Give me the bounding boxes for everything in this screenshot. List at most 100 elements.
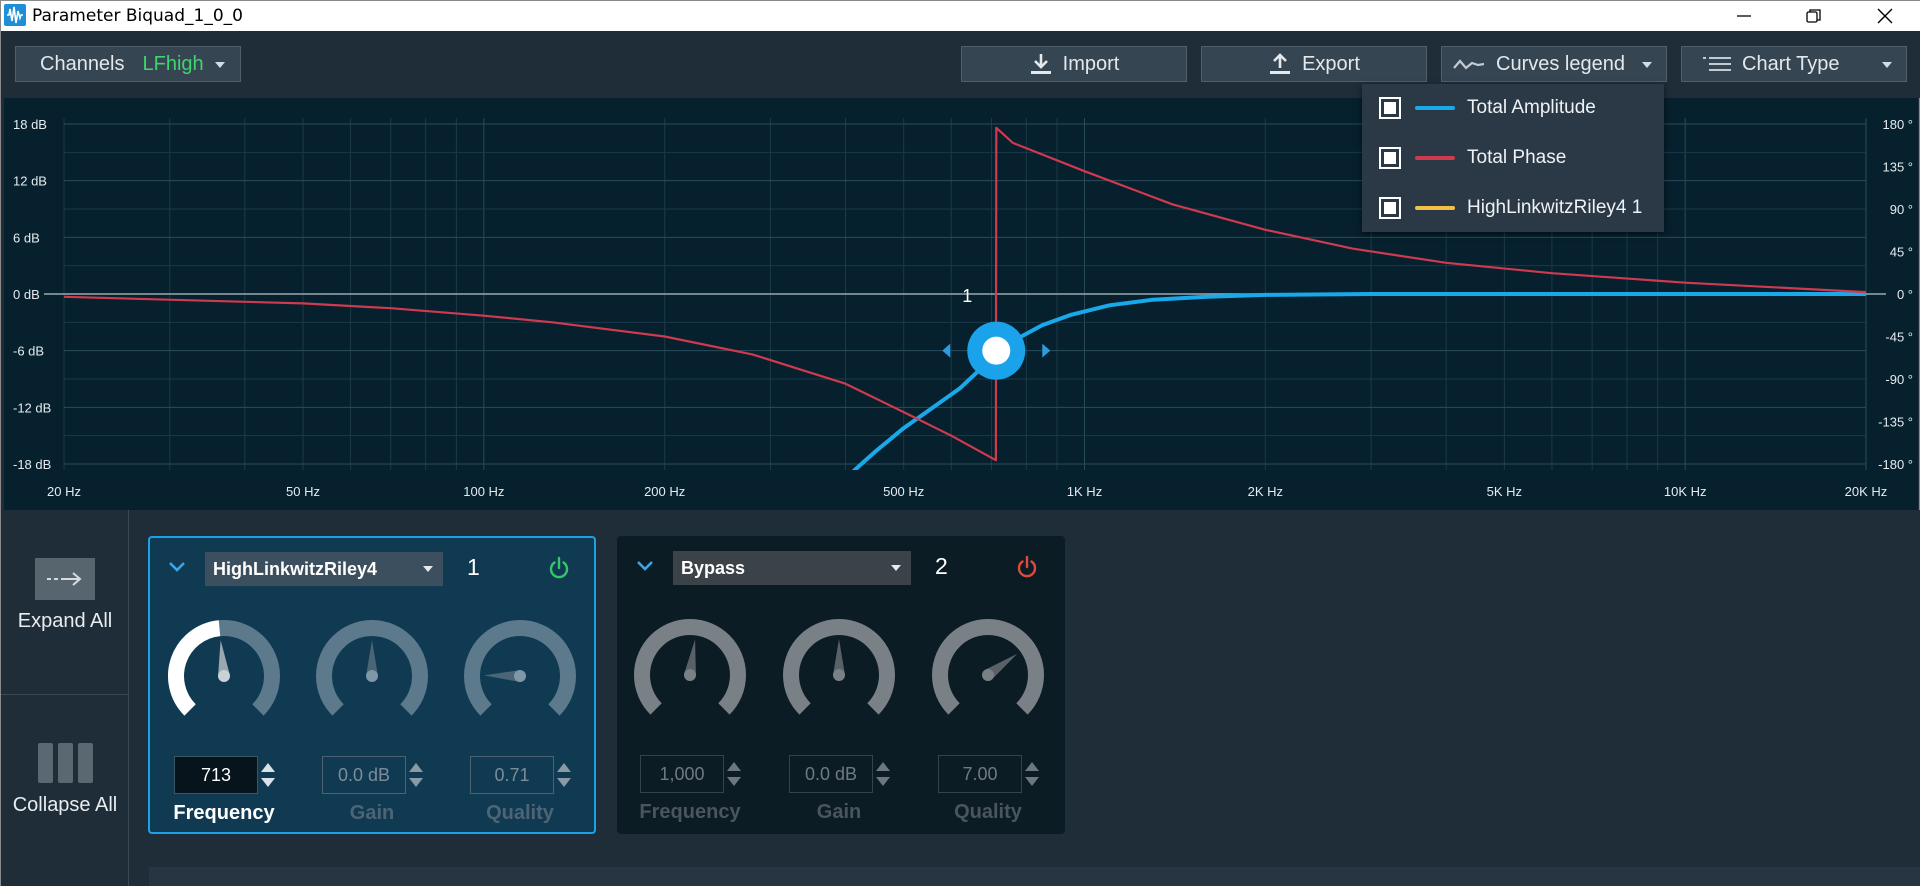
quality-input[interactable]: 7.00	[938, 755, 1022, 793]
y-tick-label-right: -90 °	[1885, 372, 1913, 387]
frequency-stepper[interactable]	[260, 758, 276, 792]
filter-index: 1	[467, 554, 480, 580]
y-tick-label-right: -45 °	[1885, 330, 1913, 345]
gain-input[interactable]: 0.0 dB	[322, 756, 406, 794]
x-tick-label: 5K Hz	[1487, 484, 1522, 499]
quality-stepper[interactable]	[556, 758, 572, 792]
expand-all-button[interactable]: Expand All	[1, 558, 129, 633]
export-label: Export	[1302, 52, 1360, 75]
y-tick-label-right: -180 °	[1878, 457, 1913, 472]
gain-knob[interactable]	[314, 618, 430, 734]
legend-label: HighLinkwitzRiley4 1	[1467, 197, 1643, 218]
quality-knob[interactable]	[930, 617, 1046, 733]
series-total-amplitude	[851, 292, 1866, 470]
collapse-all-button[interactable]: Collapse All	[1, 742, 129, 817]
title-bar: Parameter Biquad_1_0_0	[1, 1, 1920, 31]
legend-item-total-phase[interactable]: Total Phase	[1362, 138, 1664, 178]
stepper-up-icon[interactable]	[261, 763, 275, 772]
chart-type-label: Chart Type	[1742, 52, 1840, 75]
power-icon[interactable]	[1016, 555, 1038, 584]
stepper-up-icon[interactable]	[876, 762, 890, 771]
stepper-down-icon[interactable]	[727, 777, 741, 786]
export-button[interactable]: Export	[1201, 46, 1427, 82]
frequency-label: Frequency	[639, 801, 741, 823]
y-tick-label-left: 0 dB	[13, 287, 40, 302]
filter-card-1[interactable]: HighLinkwitzRiley4 1 713 0.0 dB 0.71 Fre…	[148, 536, 596, 834]
list-icon	[1703, 57, 1731, 71]
stepper-up-icon[interactable]	[557, 763, 571, 772]
gain-label: Gain	[816, 801, 862, 823]
frequency-knob[interactable]	[632, 617, 748, 733]
quality-stepper[interactable]	[1024, 757, 1040, 791]
frequency-knob[interactable]	[166, 618, 282, 734]
quality-knob[interactable]	[462, 618, 578, 734]
chevron-down-icon	[1642, 62, 1652, 68]
curves-legend-dropdown[interactable]: Curves legend	[1441, 46, 1667, 82]
legend-swatch	[1415, 156, 1455, 160]
gain-input[interactable]: 0.0 dB	[789, 755, 873, 793]
channels-dropdown[interactable]: Channels LFhigh	[15, 46, 241, 82]
filter-panel: Expand All Collapse All HighLinkwitzRile…	[1, 510, 1920, 886]
x-tick-label: 2K Hz	[1248, 484, 1283, 499]
frequency-stepper[interactable]	[726, 757, 742, 791]
arrow-right-icon	[35, 558, 95, 600]
chevron-down-icon[interactable]	[636, 559, 654, 577]
curve-icon	[1453, 59, 1485, 70]
chevron-down-icon	[215, 62, 225, 68]
chevron-right-icon[interactable]	[1042, 343, 1051, 358]
quality-label: Quality	[954, 801, 1022, 823]
legend-swatch	[1415, 206, 1455, 210]
frequency-input[interactable]: 713	[174, 756, 258, 794]
chevron-down-icon[interactable]	[168, 560, 186, 578]
collapse-all-label: Collapse All	[12, 794, 118, 816]
filter-type-select[interactable]: Bypass	[673, 551, 911, 585]
quality-input[interactable]: 0.71	[470, 756, 554, 794]
filter-type-select[interactable]: HighLinkwitzRiley4	[205, 552, 443, 586]
stepper-down-icon[interactable]	[1025, 777, 1039, 786]
y-tick-label-right: 0 °	[1897, 287, 1913, 302]
chart-type-dropdown[interactable]: Chart Type	[1681, 46, 1907, 82]
frequency-input[interactable]: 1,000	[640, 755, 724, 793]
y-tick-label-left: -18 dB	[13, 457, 51, 472]
curves-legend-popup: Total Amplitude Total Phase HighLinkwitz…	[1362, 84, 1664, 232]
restore-icon	[1806, 9, 1821, 23]
stepper-up-icon[interactable]	[1025, 762, 1039, 771]
stepper-down-icon[interactable]	[876, 777, 890, 786]
y-tick-label-left: 6 dB	[13, 230, 40, 245]
checkbox-checked-icon	[1384, 102, 1396, 114]
filter-index: 2	[935, 553, 948, 579]
stepper-down-icon[interactable]	[557, 778, 571, 787]
gain-stepper[interactable]	[408, 758, 424, 792]
gain-label: Gain	[349, 802, 395, 824]
minimize-button[interactable]	[1715, 1, 1773, 31]
restore-button[interactable]	[1785, 1, 1843, 31]
side-divider	[1, 694, 129, 695]
x-tick-label: 500 Hz	[883, 484, 924, 499]
channels-label: Channels	[40, 52, 125, 75]
minimize-icon	[1737, 15, 1751, 17]
stepper-down-icon[interactable]	[409, 778, 423, 787]
stepper-up-icon[interactable]	[409, 763, 423, 772]
filter-card-2[interactable]: Bypass 2 1,000 0.0 dB 7.00 Frequency Gai…	[617, 536, 1065, 834]
x-tick-label: 200 Hz	[644, 484, 685, 499]
x-tick-label: 20K Hz	[1845, 484, 1888, 499]
chevron-left-icon[interactable]	[942, 343, 951, 358]
x-tick-label: 100 Hz	[463, 484, 504, 499]
legend-checkbox[interactable]	[1379, 147, 1401, 169]
columns-icon	[35, 742, 95, 784]
stepper-up-icon[interactable]	[727, 762, 741, 771]
power-icon[interactable]	[548, 556, 570, 585]
stepper-down-icon[interactable]	[261, 778, 275, 787]
legend-item-highlinkwitzriley4[interactable]: HighLinkwitzRiley4 1	[1362, 188, 1664, 228]
legend-item-total-amplitude[interactable]: Total Amplitude	[1362, 88, 1664, 128]
legend-checkbox[interactable]	[1379, 97, 1401, 119]
filter-type-value: Bypass	[681, 557, 746, 578]
gain-stepper[interactable]	[875, 757, 891, 791]
gain-knob[interactable]	[781, 617, 897, 733]
legend-checkbox[interactable]	[1379, 197, 1401, 219]
import-button[interactable]: Import	[961, 46, 1187, 82]
close-button[interactable]	[1856, 1, 1914, 31]
app-window: Parameter Biquad_1_0_0 Channels LFhigh I…	[0, 0, 1920, 886]
y-tick-label-right: 180 °	[1882, 117, 1913, 132]
y-tick-label-left: 12 dB	[13, 174, 47, 189]
